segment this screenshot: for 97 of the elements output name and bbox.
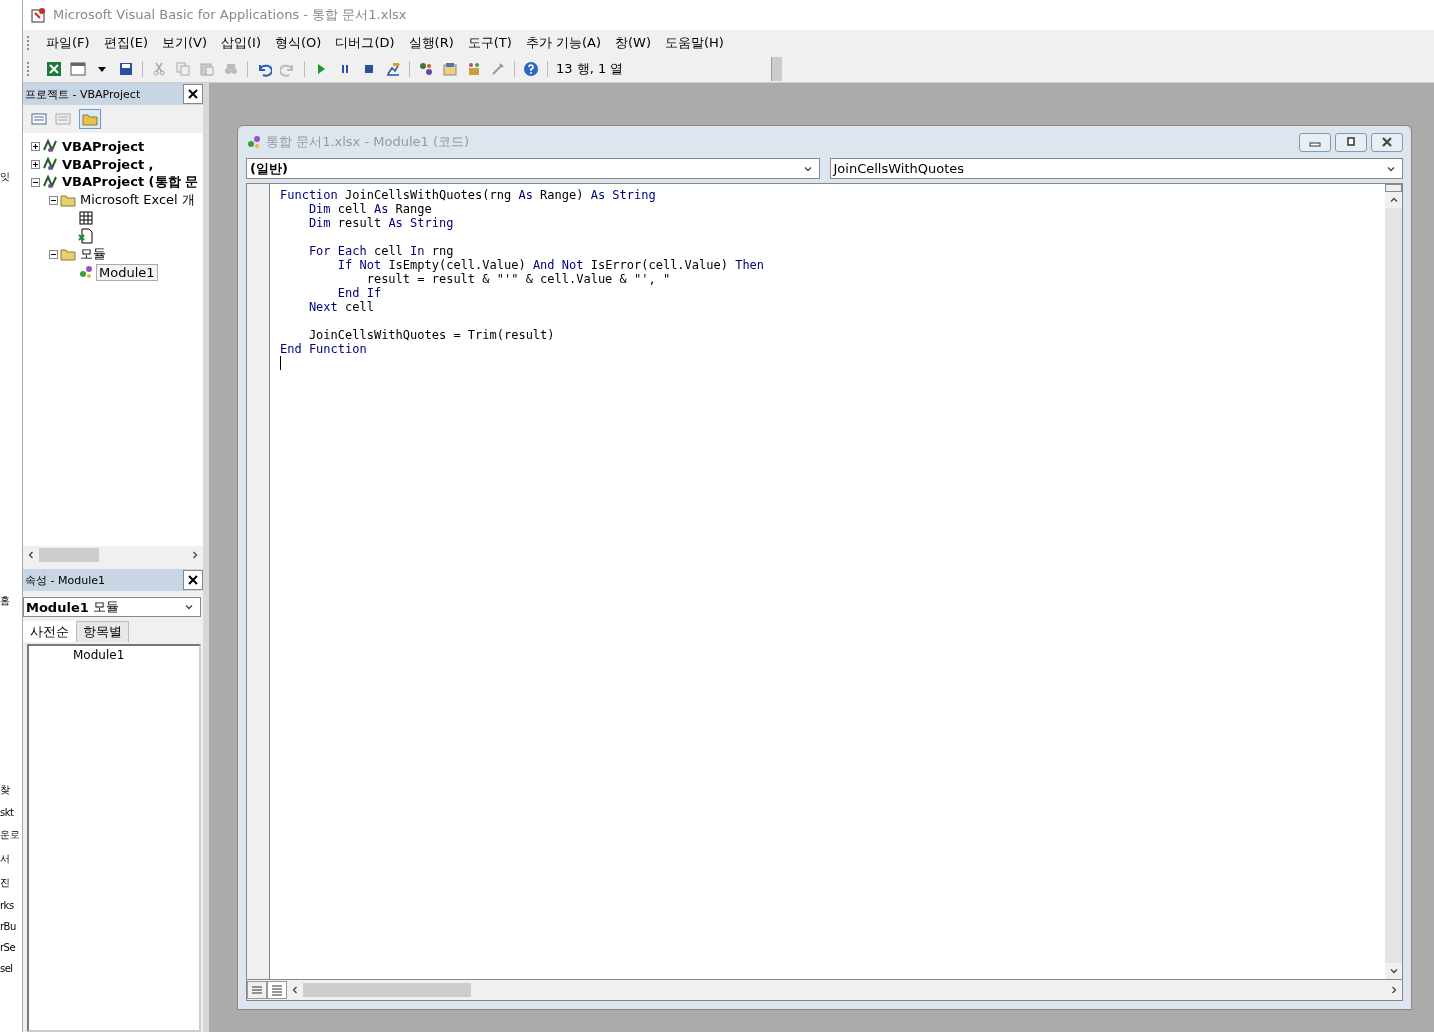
code-line: If Not IsEmpty(cell.Value) And Not IsError(cell.Value) Then bbox=[336, 258, 766, 272]
menu-item[interactable]: 파일(F) bbox=[40, 32, 96, 54]
expand-icon[interactable] bbox=[31, 159, 40, 169]
close-icon bbox=[188, 575, 198, 585]
panel-title: 프로젝트 - VBAProject bbox=[25, 86, 141, 102]
menu-item[interactable]: 창(W) bbox=[609, 32, 657, 54]
code-line: result = result & "'" & cell.Value & "', " bbox=[365, 272, 672, 286]
background-text: 서 bbox=[0, 852, 11, 866]
background-text: sel bbox=[0, 963, 14, 974]
form-icon[interactable] bbox=[70, 61, 86, 77]
close-button[interactable] bbox=[183, 84, 203, 104]
project-icon[interactable] bbox=[418, 61, 434, 77]
lines-icon bbox=[271, 984, 283, 996]
app-icon bbox=[31, 7, 47, 23]
background-text: rks bbox=[0, 900, 15, 911]
restore-button[interactable] bbox=[1335, 132, 1367, 152]
scroll-up-icon[interactable] bbox=[1388, 195, 1399, 205]
menu-item[interactable]: 도구(T) bbox=[461, 32, 518, 54]
code-line: Dim cell As Range bbox=[307, 202, 433, 216]
workbook-icon bbox=[78, 228, 94, 244]
panel-title: 속성 - Module1 bbox=[25, 572, 105, 588]
module-icon bbox=[78, 264, 94, 280]
lines-icon bbox=[251, 984, 263, 996]
text-cursor bbox=[280, 356, 281, 370]
code-line: JoinCellsWithQuotes = Trim(result) bbox=[307, 328, 556, 342]
code-window-title: 통합 문서1.xlsx - Module1 (코드) bbox=[266, 133, 470, 151]
object-dropdown[interactable]: Module1 모듈 bbox=[23, 597, 201, 617]
scroll-left-icon[interactable] bbox=[26, 549, 36, 560]
project-icon bbox=[42, 174, 58, 190]
background-text: 홈 bbox=[0, 594, 11, 608]
background-text: rBu bbox=[0, 921, 17, 932]
menu-item[interactable]: 보기(V) bbox=[156, 32, 214, 54]
menu-item[interactable]: 디버그(D) bbox=[329, 32, 401, 54]
restore-icon bbox=[1345, 137, 1357, 147]
code-line: End Function bbox=[280, 342, 368, 356]
code-line: Dim result As String bbox=[307, 216, 455, 230]
scroll-right-icon[interactable] bbox=[1389, 985, 1399, 995]
project-icon bbox=[42, 156, 58, 172]
menu-item[interactable]: 형식(O) bbox=[269, 32, 328, 54]
worksheet-icon bbox=[78, 210, 94, 226]
tree-item[interactable]: 모듈 bbox=[78, 245, 108, 263]
close-icon bbox=[1381, 137, 1393, 147]
procedure-dropdown[interactable]: JoinCellsWithQuotes bbox=[829, 158, 1403, 179]
cursor-position: 13 행, 1 열 bbox=[556, 60, 624, 78]
close-button[interactable] bbox=[1371, 132, 1403, 152]
close-button[interactable] bbox=[183, 570, 203, 590]
menu-item[interactable]: 삽입(I) bbox=[215, 32, 267, 54]
background-text: 찾 bbox=[0, 783, 11, 797]
scrollbar-thumb[interactable] bbox=[39, 547, 99, 562]
close-icon bbox=[188, 89, 198, 99]
expand-icon[interactable] bbox=[31, 141, 40, 151]
properties-icon[interactable] bbox=[442, 61, 458, 77]
background-text: 잇 bbox=[0, 170, 11, 184]
object-dropdown[interactable]: (일반) bbox=[246, 158, 820, 179]
tree-item[interactable]: VBAProject (통합 문 bbox=[60, 173, 201, 191]
background-text: 운로 bbox=[0, 828, 20, 842]
project-icon bbox=[42, 138, 58, 154]
scroll-left-icon[interactable] bbox=[290, 985, 300, 995]
tab[interactable]: 항목별 bbox=[76, 621, 129, 642]
folder-icon bbox=[60, 193, 76, 207]
full-module-view-button[interactable] bbox=[267, 981, 287, 999]
scroll-right-icon[interactable] bbox=[190, 549, 200, 560]
excel-icon[interactable] bbox=[46, 61, 62, 77]
menu-item[interactable]: 실행(R) bbox=[402, 32, 460, 54]
property-value: Module1 bbox=[72, 647, 126, 662]
scrollbar-thumb[interactable] bbox=[303, 983, 471, 997]
tree-item[interactable]: VBAProject bbox=[60, 138, 147, 154]
collapse-icon[interactable] bbox=[31, 177, 40, 187]
background-text: 진 bbox=[0, 876, 11, 890]
procedure-view-button[interactable] bbox=[247, 981, 267, 999]
scroll-down-icon[interactable] bbox=[1388, 966, 1399, 976]
object-icon[interactable] bbox=[466, 61, 482, 77]
background-text: skt bbox=[0, 807, 15, 818]
code-line: Function JoinCellsWithQuotes(rng As Range) As String bbox=[280, 188, 657, 202]
tree-item[interactable]: Module1 bbox=[96, 263, 158, 281]
folder-icon bbox=[60, 247, 76, 261]
toggle-folders-button[interactable] bbox=[79, 109, 101, 129]
module-icon bbox=[246, 134, 262, 150]
collapse-icon[interactable] bbox=[49, 249, 58, 259]
code-line: End If bbox=[336, 286, 383, 300]
collapse-icon[interactable] bbox=[49, 195, 58, 205]
minimize-button[interactable] bbox=[1299, 132, 1331, 152]
help-icon[interactable] bbox=[523, 61, 539, 77]
code-line: For Each cell In rng bbox=[307, 244, 455, 258]
design-icon[interactable] bbox=[385, 61, 401, 77]
menu-item[interactable]: 도움말(H) bbox=[659, 32, 730, 54]
tab[interactable]: 사전순 bbox=[23, 621, 76, 642]
menu-item[interactable]: 편집(E) bbox=[97, 32, 154, 54]
save-icon[interactable] bbox=[118, 61, 134, 77]
tree-item[interactable]: Microsoft Excel 개 bbox=[78, 191, 197, 209]
background-text: rSe bbox=[0, 942, 17, 953]
menu-item[interactable]: 추가 기능(A) bbox=[519, 32, 607, 54]
window-title: Microsoft Visual Basic for Applications - 통합 문서1.xlsx bbox=[53, 6, 407, 24]
code-line: Next cell bbox=[307, 300, 375, 314]
tree-item[interactable]: VBAProject , bbox=[60, 156, 156, 172]
dropdown-icon[interactable] bbox=[184, 602, 194, 612]
split-bar[interactable] bbox=[1385, 184, 1402, 192]
